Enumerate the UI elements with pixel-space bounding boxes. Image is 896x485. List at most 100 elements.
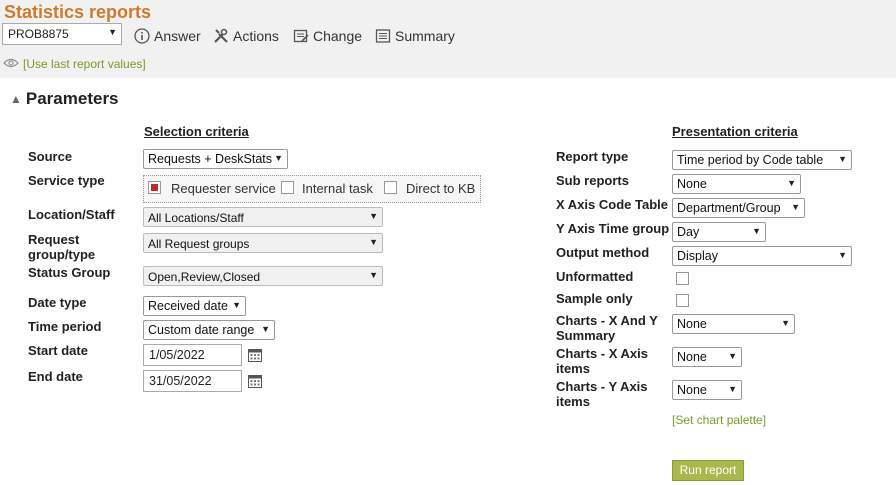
unformatted-label: Unformatted	[556, 269, 634, 284]
start-date-input[interactable]: 1/05/2022	[143, 344, 242, 366]
chevron-down-icon: ▼	[791, 202, 800, 212]
status-group-select[interactable]: Open,Review,Closed ▼	[143, 266, 383, 286]
requester-service-checkbox[interactable]	[148, 181, 161, 194]
start-date-label: Start date	[28, 343, 88, 358]
source-label: Source	[28, 149, 73, 164]
change-label: Change	[313, 28, 363, 44]
chevron-down-icon: ▼	[838, 154, 847, 164]
request-group-label: Request group/type	[28, 232, 96, 262]
output-method-select[interactable]: Display ▼	[672, 246, 852, 266]
date-type-value: Received date	[148, 299, 228, 313]
actions-label: Actions	[233, 28, 279, 44]
output-method-value: Display	[677, 249, 718, 263]
source-value: Requests + DeskStats	[148, 152, 273, 166]
date-type-label: Date type	[28, 295, 87, 310]
chevron-down-icon: ▼	[274, 153, 283, 163]
date-type-select[interactable]: Received date ▼	[143, 296, 246, 316]
sub-reports-select[interactable]: None ▼	[672, 174, 801, 194]
service-type-label: Service type	[28, 173, 105, 188]
use-last-report-link[interactable]: [Use last report values]	[3, 57, 146, 71]
x-axis-label: X Axis Code Table	[556, 197, 668, 212]
direct-to-kb-label: Direct to KB	[406, 181, 476, 196]
location-value: All Locations/Staff	[148, 211, 244, 225]
eye-icon	[3, 57, 19, 71]
charts-xy-select[interactable]: None ▼	[672, 314, 795, 334]
status-group-value: Open,Review,Closed	[148, 270, 261, 284]
answer-button[interactable]: Answer	[134, 26, 201, 46]
chevron-up-icon: ▲	[10, 92, 22, 106]
chevron-down-icon: ▼	[787, 178, 796, 188]
time-period-value: Custom date range	[148, 323, 255, 337]
chevron-down-icon: ▼	[232, 300, 241, 310]
selection-criteria-title: Selection criteria	[144, 124, 249, 139]
problem-select[interactable]: PROB8875 ▼	[2, 23, 122, 45]
end-date-input[interactable]: 31/05/2022	[143, 370, 242, 392]
report-type-select[interactable]: Time period by Code table ▼	[672, 150, 852, 170]
y-axis-label: Y Axis Time group	[556, 221, 670, 236]
report-type-label: Report type	[556, 149, 629, 164]
sub-reports-label: Sub reports	[556, 173, 629, 188]
actions-button[interactable]: Actions	[213, 26, 279, 46]
x-axis-select[interactable]: Department/Group ▼	[672, 198, 805, 218]
time-period-label: Time period	[28, 319, 102, 334]
internal-task-checkbox[interactable]	[281, 181, 294, 194]
parameters-toggle[interactable]: ▲ Parameters	[10, 89, 119, 109]
sample-only-checkbox[interactable]	[676, 294, 689, 307]
y-axis-value: Day	[677, 225, 700, 239]
edit-icon	[293, 28, 309, 44]
status-group-label: Status Group	[28, 265, 111, 280]
chevron-down-icon: ▼	[369, 211, 378, 221]
charts-x-value: None	[677, 350, 707, 364]
direct-to-kb-checkbox[interactable]	[384, 181, 397, 194]
chevron-down-icon: ▼	[838, 250, 847, 260]
charts-y-value: None	[677, 383, 707, 397]
charts-xy-value: None	[677, 317, 707, 331]
time-period-select[interactable]: Custom date range ▼	[143, 320, 275, 340]
request-group-select[interactable]: All Request groups ▼	[143, 233, 383, 253]
summary-label: Summary	[395, 28, 455, 44]
request-group-value: All Request groups	[148, 237, 250, 251]
change-button[interactable]: Change	[293, 26, 362, 46]
location-label: Location/Staff	[28, 207, 115, 222]
info-icon	[134, 28, 150, 44]
presentation-criteria-title: Presentation criteria	[672, 124, 798, 139]
y-axis-select[interactable]: Day ▼	[672, 222, 766, 242]
set-chart-palette-link[interactable]: [Set chart palette]	[672, 413, 766, 427]
summary-button[interactable]: Summary	[375, 26, 455, 46]
location-select[interactable]: All Locations/Staff ▼	[143, 207, 383, 227]
x-axis-value: Department/Group	[677, 201, 781, 215]
toolbar-area: Statistics reports PROB8875 ▼ Answer Act…	[0, 0, 896, 78]
charts-y-label: Charts - Y Axis items	[556, 379, 648, 409]
sub-reports-value: None	[677, 177, 707, 191]
chevron-down-icon: ▼	[261, 324, 270, 334]
chevron-down-icon: ▼	[369, 270, 378, 280]
requester-service-label: Requester service	[171, 181, 276, 196]
calendar-icon[interactable]	[248, 374, 262, 388]
chevron-down-icon: ▼	[781, 318, 790, 328]
chevron-down-icon: ▼	[752, 226, 761, 236]
unformatted-checkbox[interactable]	[676, 272, 689, 285]
internal-task-label: Internal task	[302, 181, 373, 196]
chevron-down-icon: ▼	[369, 237, 378, 247]
calendar-icon[interactable]	[248, 348, 262, 362]
charts-x-label: Charts - X Axis items	[556, 346, 648, 376]
chevron-down-icon: ▼	[108, 27, 117, 37]
charts-xy-label: Charts - X And Y Summary	[556, 313, 658, 343]
sample-only-label: Sample only	[556, 291, 633, 306]
tools-icon	[213, 28, 229, 44]
source-select[interactable]: Requests + DeskStats ▼	[143, 149, 288, 169]
chevron-down-icon: ▼	[728, 384, 737, 394]
problem-select-value: PROB8875	[8, 27, 69, 41]
answer-label: Answer	[154, 28, 201, 44]
output-method-label: Output method	[556, 245, 650, 260]
run-report-button[interactable]: Run report	[672, 460, 744, 481]
use-last-report-label: [Use last report values]	[23, 57, 146, 71]
charts-y-select[interactable]: None ▼	[672, 380, 742, 400]
parameters-title: Parameters	[25, 89, 119, 108]
end-date-label: End date	[28, 369, 83, 384]
charts-x-select[interactable]: None ▼	[672, 347, 742, 367]
report-type-value: Time period by Code table	[677, 153, 824, 167]
page-title: Statistics reports	[4, 2, 152, 22]
summary-icon	[375, 28, 391, 44]
chevron-down-icon: ▼	[728, 351, 737, 361]
